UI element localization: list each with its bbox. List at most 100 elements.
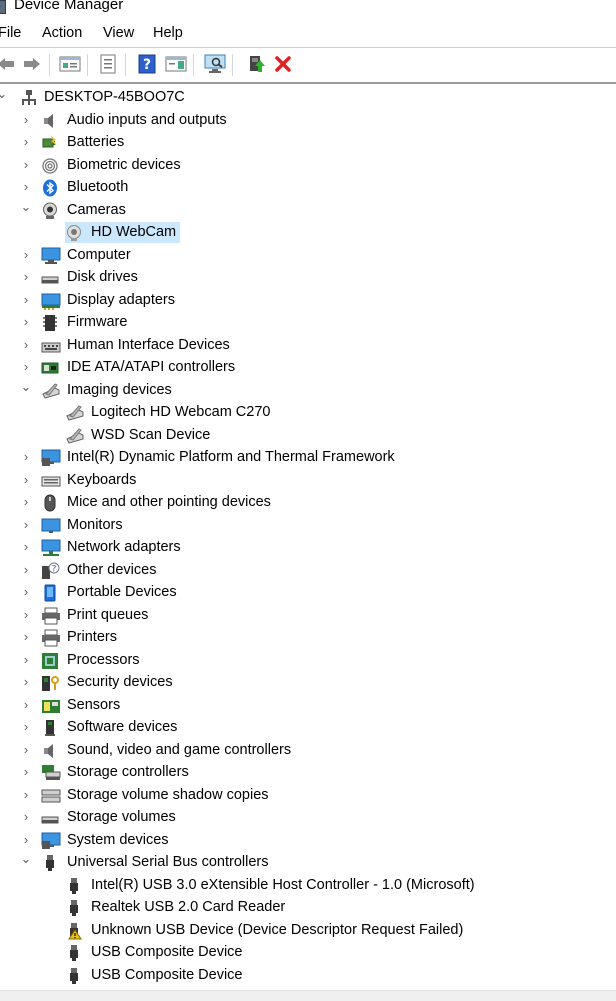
system-device-icon — [41, 449, 61, 467]
tree-category-item[interactable]: › Security devices — [0, 672, 616, 694]
tree-category-item[interactable]: › Software devices — [0, 717, 616, 739]
tree-item-label: Security devices — [67, 674, 173, 690]
tree-device-item[interactable]: Intel(R) USB 3.0 eXtensible Host Control… — [0, 875, 616, 897]
scan-hardware-icon[interactable] — [203, 52, 227, 76]
expand-chevron-icon[interactable]: › — [20, 652, 32, 667]
expand-chevron-icon[interactable]: › — [20, 135, 32, 149]
tree-category-item[interactable]: › Sensors — [0, 695, 616, 717]
tree-category-item[interactable]: › Sound, video and game controllers — [0, 740, 616, 762]
tree-item-label: Software devices — [67, 719, 178, 735]
tree-category-item[interactable]: › Computer — [0, 245, 616, 267]
tree-category-item[interactable]: › Monitors — [0, 515, 616, 537]
expand-chevron-icon[interactable]: › — [20, 630, 32, 644]
expand-chevron-icon[interactable]: › — [20, 247, 32, 262]
tree-category-item[interactable]: › Storage controllers — [0, 762, 616, 784]
tree-category-item[interactable]: › Audio inputs and outputs — [0, 110, 616, 132]
tree-device-item[interactable]: Logitech HD Webcam C270 — [0, 402, 616, 424]
tree-root-computer[interactable]: ⌄ DESKTOP-45BOO7C — [0, 87, 616, 109]
horizontal-scrollbar[interactable] — [0, 990, 616, 1001]
toolbar-separator — [232, 54, 233, 76]
tree-item-label: Storage volumes — [67, 809, 176, 825]
toolbar-separator — [125, 54, 126, 76]
tree-item-label: Mice and other pointing devices — [67, 494, 271, 510]
collapse-chevron-icon[interactable]: ⌄ — [20, 852, 32, 866]
expand-chevron-icon[interactable]: › — [20, 585, 32, 599]
collapse-chevron-icon[interactable]: ⌄ — [20, 199, 32, 214]
expand-chevron-icon[interactable]: › — [20, 742, 32, 757]
expand-chevron-icon[interactable]: › — [20, 112, 32, 127]
tree-category-item[interactable]: ⌄ Imaging devices — [0, 379, 616, 402]
forward-icon[interactable] — [20, 52, 44, 76]
tree-category-item[interactable]: › Disk drives — [0, 267, 616, 289]
expand-chevron-icon[interactable]: › — [20, 450, 32, 464]
expand-chevron-icon[interactable]: › — [20, 540, 32, 554]
tree-device-item[interactable]: Unknown USB Device (Device Descriptor Re… — [0, 920, 616, 942]
menu-help[interactable]: Help — [153, 25, 183, 41]
tree-category-item[interactable]: › Bluetooth — [0, 177, 616, 199]
tree-item-label: Monitors — [67, 516, 123, 533]
tree-category-item[interactable]: › Mice and other pointing devices — [0, 492, 616, 514]
tree-device-item[interactable]: USB Composite Device — [0, 942, 616, 964]
tree-category-item[interactable]: › Display adapters — [0, 290, 616, 312]
expand-chevron-icon[interactable]: › — [20, 697, 32, 712]
expand-chevron-icon[interactable]: › — [20, 270, 32, 284]
tree-category-item[interactable]: › System devices — [0, 830, 616, 852]
tree-category-item[interactable]: › Keyboards — [0, 470, 616, 492]
uninstall-icon[interactable] — [271, 52, 295, 76]
expand-chevron-icon[interactable]: › — [20, 675, 32, 689]
expand-chevron-icon[interactable]: › — [20, 787, 32, 802]
action-pane-icon[interactable] — [164, 52, 188, 76]
usb-icon — [41, 854, 59, 872]
expand-chevron-icon[interactable]: › — [20, 832, 32, 847]
properties-view-icon[interactable] — [58, 52, 82, 76]
tree-category-item[interactable]: › Firmware — [0, 312, 616, 334]
collapse-chevron-icon[interactable]: ⌄ — [0, 87, 8, 101]
tree-category-item[interactable]: › Human Interface Devices — [0, 335, 616, 357]
expand-chevron-icon[interactable]: › — [20, 292, 32, 307]
camera-icon — [41, 202, 59, 220]
update-driver-icon[interactable] — [244, 52, 268, 76]
expand-chevron-icon[interactable]: › — [20, 720, 32, 734]
tree-category-item[interactable]: › Biometric devices — [0, 155, 616, 177]
expand-chevron-icon[interactable]: › — [20, 360, 32, 374]
tree-category-item[interactable]: › Storage volume shadow copies — [0, 785, 616, 807]
expand-chevron-icon[interactable]: › — [20, 765, 32, 779]
tree-category-item[interactable]: › Batteries — [0, 132, 616, 154]
tree-category-item[interactable]: › IDE ATA/ATAPI controllers — [0, 357, 616, 379]
tree-category-item[interactable]: › Storage volumes — [0, 807, 616, 829]
menu-view[interactable]: View — [103, 25, 134, 41]
collapse-chevron-icon[interactable]: ⌄ — [20, 379, 32, 394]
expand-chevron-icon[interactable]: › — [20, 562, 32, 577]
expand-chevron-icon[interactable]: › — [20, 337, 32, 352]
tree-device-item[interactable]: USB Composite Device — [0, 965, 616, 987]
expand-chevron-icon[interactable]: › — [20, 607, 32, 622]
tree-category-item[interactable]: ⌄ Cameras — [0, 199, 616, 222]
tree-category-item[interactable]: ›? Other devices — [0, 560, 616, 582]
mouse-icon — [41, 494, 59, 512]
expand-chevron-icon[interactable]: › — [20, 495, 32, 509]
tree-item-label: Network adapters — [67, 539, 181, 555]
expand-chevron-icon[interactable]: › — [20, 517, 32, 532]
tree-category-item[interactable]: ⌄ Universal Serial Bus controllers — [0, 852, 616, 874]
back-icon[interactable] — [0, 52, 18, 76]
tree-device-item[interactable]: HD WebCam — [0, 222, 616, 244]
expand-chevron-icon[interactable]: › — [20, 315, 32, 329]
menu-file[interactable]: File — [0, 25, 21, 41]
tree-item-label: Intel(R) Dynamic Platform and Thermal Fr… — [67, 449, 395, 465]
expand-chevron-icon[interactable]: › — [20, 157, 32, 172]
tree-device-item[interactable]: Realtek USB 2.0 Card Reader — [0, 897, 616, 919]
tree-category-item[interactable]: › Printers — [0, 627, 616, 649]
show-hidden-icon[interactable] — [96, 52, 120, 76]
tree-category-item[interactable]: › Network adapters — [0, 537, 616, 559]
tree-device-item[interactable]: WSD Scan Device — [0, 425, 616, 447]
tree-category-item[interactable]: › Portable Devices — [0, 582, 616, 604]
tree-category-item[interactable]: › Print queues — [0, 605, 616, 627]
toolbar-separator — [49, 54, 50, 76]
menu-action[interactable]: Action — [42, 25, 82, 41]
expand-chevron-icon[interactable]: › — [20, 472, 32, 487]
help-icon[interactable]: ? — [135, 52, 159, 76]
tree-category-item[interactable]: › Processors — [0, 650, 616, 672]
tree-category-item[interactable]: › Intel(R) Dynamic Platform and Thermal F… — [0, 447, 616, 469]
expand-chevron-icon[interactable]: › — [20, 810, 32, 824]
expand-chevron-icon[interactable]: › — [20, 180, 32, 194]
